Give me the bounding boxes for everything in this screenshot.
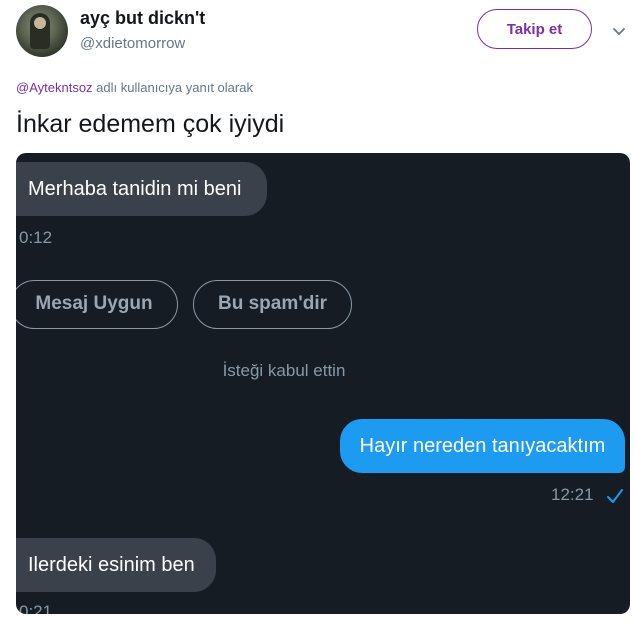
avatar[interactable] <box>16 5 68 57</box>
message-ok-button: Mesaj Uygun <box>16 280 178 329</box>
message-timestamp: 0:21 <box>19 602 53 614</box>
incoming-message-bubble: Merhaba tanidin mi beni <box>16 162 267 216</box>
message-timestamp: 0:12 <box>19 228 53 247</box>
reply-context: @Aytekntsoz adlı kullanıcıya yanıt olara… <box>16 80 253 95</box>
reply-context-text: adlı kullanıcıya yanıt olarak <box>92 80 253 95</box>
message-timestamp: 12:21 <box>551 485 594 504</box>
tweet-header: ayç but dickn't @xdietomorrow Takip et <box>0 0 635 70</box>
reply-mention-link[interactable]: @Aytekntsoz <box>16 80 93 95</box>
follow-button[interactable]: Takip et <box>477 9 592 49</box>
incoming-message-bubble: Ilerdeki esinim ben <box>16 538 216 592</box>
checkmark-icon <box>607 489 623 503</box>
tweet-text: İnkar edemem çok iyiydi <box>16 110 285 138</box>
chevron-down-icon[interactable] <box>611 23 627 39</box>
user-handle[interactable]: @xdietomorrow <box>80 35 185 52</box>
dm-screenshot-image[interactable]: Merhaba tanidin mi beni 0:12 Mesaj Uygun… <box>16 153 630 614</box>
outgoing-message-bubble: Hayır nereden tanıyacaktım <box>340 419 625 473</box>
report-spam-button: Bu spam'dir <box>193 280 352 329</box>
display-name[interactable]: ayç but dickn't <box>80 8 205 29</box>
request-accepted-notice: İsteği kabul ettin <box>222 361 346 380</box>
